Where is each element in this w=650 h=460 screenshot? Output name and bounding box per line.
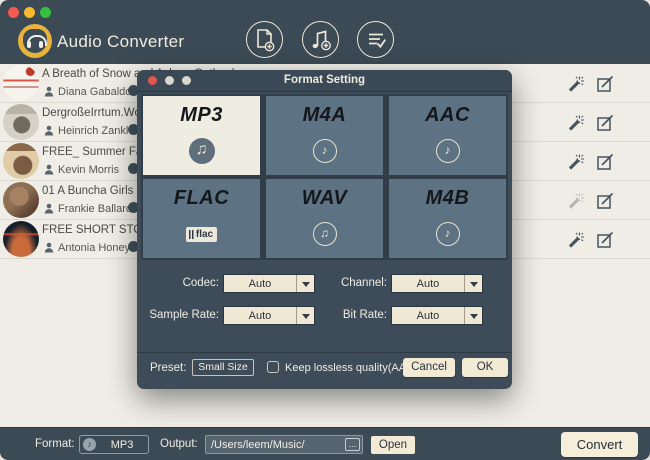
chevron-down-icon [464,275,482,292]
lossless-checkbox[interactable] [267,361,279,373]
edit-button[interactable] [596,192,614,210]
music-note-circle-icon: ♪ [436,222,460,246]
bottom-bar: Format: ♪ MP3 Output: /Users/leem/Music/… [0,427,650,460]
effects-wand-button[interactable] [567,75,585,93]
edit-button[interactable] [596,153,614,171]
channel-value: Auto [392,278,464,290]
app-title: Audio Converter [57,32,184,52]
browse-button[interactable]: ... [345,438,360,451]
chevron-down-icon [464,307,482,324]
sample-rate-label: Sample Rate: [137,309,219,321]
bit-rate-label: Bit Rate: [305,309,387,321]
format-value: MP3 [96,439,148,451]
output-path-field[interactable]: /Users/leem/Music/ ... [205,435,363,454]
album-art [3,65,39,101]
edit-button[interactable] [596,75,614,93]
format-cell-m4a[interactable]: M4A ♪ [266,96,383,175]
add-music-icon [309,28,333,52]
output-path-value: /Users/leem/Music/ [211,439,305,451]
track-author: Heinrich Zankl [58,125,128,137]
open-button[interactable]: Open [371,436,415,454]
track-author: Diana Gabaldon [58,86,138,98]
top-bar: Audio Converter [0,0,650,64]
format-cell-m4b[interactable]: M4B ♪ [389,179,506,258]
person-icon [44,125,54,136]
format-name: MP3 [143,104,260,127]
add-music-button[interactable] [302,21,339,58]
add-file-icon [254,28,276,52]
format-cell-aac[interactable]: AAC ♪ [389,96,506,175]
person-icon [44,242,54,253]
bit-rate-value: Auto [392,310,464,322]
music-note-icon: ♪ [83,438,96,451]
music-note-circle-icon: ♪ [436,139,460,163]
effects-wand-button-disabled [567,192,585,210]
converted-list-button[interactable] [357,21,394,58]
format-name: FLAC [143,187,260,210]
mp3-notes-icon: ♫ [189,138,215,164]
dialog-title: Format Setting [137,74,512,86]
album-art [3,182,39,218]
sample-rate-select[interactable]: Auto [223,306,315,325]
music-note-circle-icon: ♪ [313,139,337,163]
format-name: M4A [266,104,383,127]
edit-button[interactable] [596,231,614,249]
track-author: Frankie Ballard [58,203,132,215]
codec-label: Codec: [137,277,219,289]
close-window-button[interactable] [8,7,19,18]
ok-button[interactable]: OK [462,358,508,377]
audio-converter-window: Audio Converter [0,0,650,460]
bit-rate-select[interactable]: Auto [391,306,483,325]
track-author: Kevin Morris [58,164,119,176]
convert-button[interactable]: Convert [561,432,638,457]
format-name: WAV [266,187,383,210]
minimize-window-button[interactable] [24,7,35,18]
person-icon [44,203,54,214]
preset-input[interactable]: Small Size [192,359,254,376]
output-label: Output: [160,438,198,450]
album-art [3,104,39,140]
format-name: M4B [389,187,506,210]
format-cell-wav[interactable]: WAV ♫ [266,179,383,258]
effects-wand-button[interactable] [567,114,585,132]
album-art [3,221,39,257]
task-list-icon [364,28,388,52]
format-name: AAC [389,104,506,127]
dialog-divider [137,352,512,353]
format-label: Format: [35,438,75,450]
flac-badge-icon: flac [186,227,217,242]
codec-value: Auto [224,278,296,290]
music-notes-circle-icon: ♫ [313,222,337,246]
zoom-window-button[interactable] [40,7,51,18]
dialog-title-bar: Format Setting [137,70,512,92]
effects-wand-button[interactable] [567,153,585,171]
person-icon [44,86,54,97]
format-cell-mp3[interactable]: MP3 ♫ [143,96,260,175]
format-selector[interactable]: ♪ MP3 [79,435,149,454]
codec-select[interactable]: Auto [223,274,315,293]
app-logo-icon [18,24,52,58]
edit-button[interactable] [596,114,614,132]
person-icon [44,164,54,175]
format-cell-flac[interactable]: FLAC flac [143,179,260,258]
channel-label: Channel: [305,277,387,289]
sample-rate-value: Auto [224,310,296,322]
format-setting-dialog: Format Setting MP3 ♫ M4A ♪ AAC ♪ FLAC fl… [137,70,512,389]
effects-wand-button[interactable] [567,231,585,249]
preset-label: Preset: [150,362,186,374]
cancel-button[interactable]: Cancel [403,358,455,377]
album-art [3,143,39,179]
add-file-button[interactable] [246,21,283,58]
channel-select[interactable]: Auto [391,274,483,293]
